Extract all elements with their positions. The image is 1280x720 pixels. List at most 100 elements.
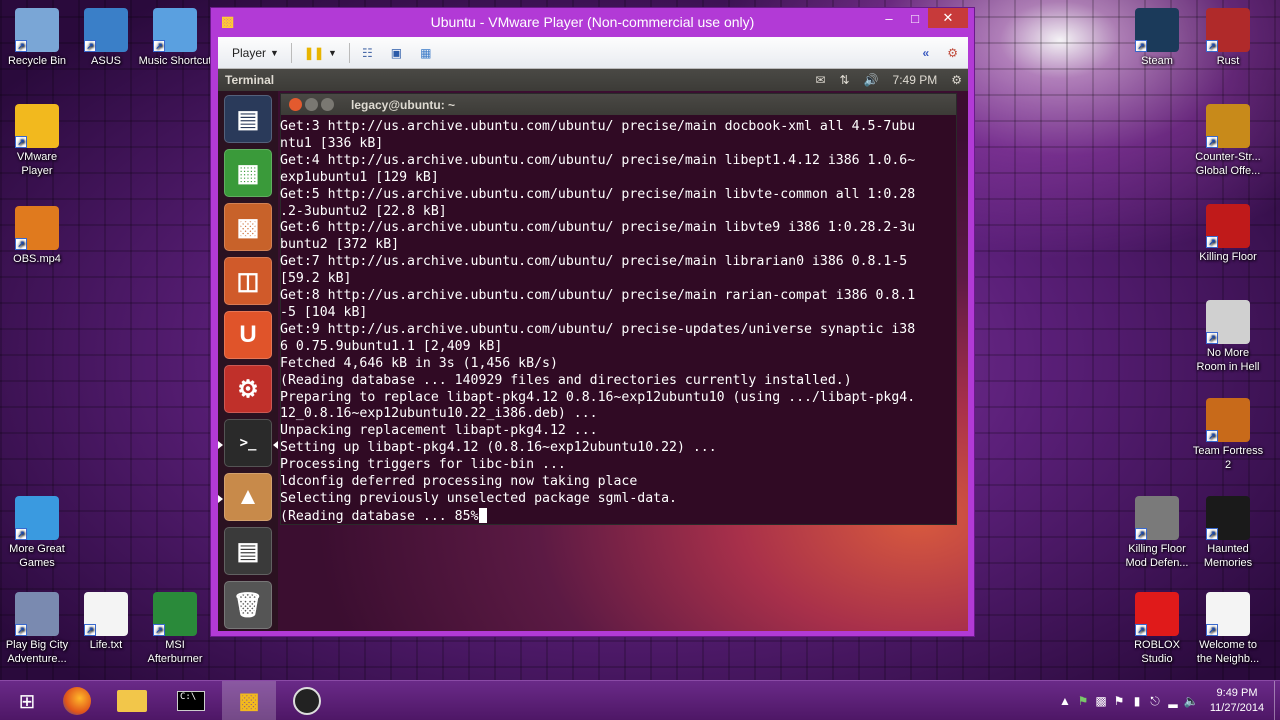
gear-icon[interactable]: ⚙ [951,73,962,87]
terminal-line: ntu1 [336 kB] [280,136,956,153]
launcher-settings-icon[interactable]: ⚙ [224,365,272,413]
terminal-minimize-button[interactable] [305,98,318,111]
taskbar-firefox[interactable] [50,681,104,720]
taskbar-file-explorer[interactable] [105,681,159,720]
desktop-icon[interactable]: ↗ Rust [1191,8,1265,68]
desktop-icon[interactable]: ↗ Counter-Str... Global Offe... [1191,104,1265,178]
terminal-line: buntu2 [372 kB] [280,237,956,254]
launcher-trash-icon[interactable]: 🗑 [224,581,272,629]
player-menu-button[interactable]: Player ▼ [226,42,285,64]
desktop-icon[interactable]: ↗ Music Shortcut [138,8,212,68]
taskbar-clock[interactable]: 9:49 PM 11/27/2014 [1200,686,1274,716]
vmware-titlebar[interactable]: ▩ Ubuntu - VMware Player (Non-commercial… [211,8,974,36]
desktop-icon[interactable]: ↗ Recycle Bin [0,8,74,68]
desktop-icon[interactable]: ↗ Play Big City Adventure... [0,592,74,666]
fullscreen-button[interactable]: ▣ [385,42,408,64]
mail-icon[interactable]: ✉ [815,73,825,87]
desktop-icon[interactable]: ↗ Welcome to the Neighb... [1191,592,1265,666]
taskbar-obs[interactable] [280,681,334,720]
desktop-icon[interactable]: ↗ More Great Games [0,496,74,570]
terminal-titlebar[interactable]: legacy@ubuntu: ~ [281,94,956,115]
launcher-workspace-switcher-icon[interactable]: ▤ [224,527,272,575]
shortcut-arrow-icon: ↗ [15,40,27,52]
desktop-icon-label: Counter-Str... Global Offe... [1195,151,1261,177]
minimize-button[interactable]: – [876,8,902,28]
terminal-line-text: Get:8 http://us.archive.ubuntu.com/ubunt… [280,288,916,304]
asus-icon: ↗ [84,8,128,52]
network-arrows-icon[interactable]: ⇅ [840,73,850,87]
show-desktop-button[interactable] [1274,681,1280,720]
desktop-icon[interactable]: ↗ Haunted Memories [1191,496,1265,570]
terminal-line: Preparing to replace libapt-pkg4.12 0.8.… [280,390,956,407]
taskbar-vmware-player[interactable]: ▩ [222,681,276,720]
removable-devices-button[interactable]: ⚙ [941,42,964,64]
shortcut-arrow-icon: ↗ [15,136,27,148]
volume-icon[interactable]: 🔊 [864,73,879,87]
security-icon[interactable]: ⚑ [1074,694,1092,708]
launcher-package-installer-icon[interactable]: ▲ [224,473,272,521]
shortcut-arrow-icon: ↗ [84,624,96,636]
launcher-software-center-icon[interactable]: ◫ [224,257,272,305]
desktop-icon[interactable]: ↗ ASUS [69,8,143,68]
firefox-icon [63,687,91,715]
text-file-icon: ↗ [84,592,128,636]
desktop-icon[interactable]: ↗ Killing Floor [1191,204,1265,264]
desktop-icon[interactable]: ↗ VMware Player [0,104,74,178]
video-file-icon: ↗ [15,206,59,250]
launcher-ubuntu-one-icon[interactable]: U [224,311,272,359]
shortcut-arrow-icon: ↗ [153,624,165,636]
recycle-bin-icon: ↗ [15,8,59,52]
start-button[interactable]: ⊞ [0,681,54,720]
panel-clock[interactable]: 7:49 PM [893,73,938,87]
desktop-icon-label: Steam [1141,55,1173,67]
collapse-toolbar-button[interactable]: « [917,42,936,64]
shortcut-arrow-icon: ↗ [1206,624,1218,636]
terminal-line: exp1ubuntu1 [129 kB] [280,170,956,187]
player-menu-label: Player [232,45,267,60]
kf-mod-icon: ↗ [1135,496,1179,540]
usb-icon[interactable]: ⎋ [1146,694,1164,709]
device-icon[interactable]: ▩ [1092,694,1110,708]
launcher-impress-icon[interactable]: ▩ [224,203,272,251]
unity-button[interactable]: ▦ [414,42,437,64]
desktop-icon[interactable]: ↗ Team Fortress 2 [1191,398,1265,472]
launcher-calc-icon[interactable]: ▦ [224,149,272,197]
desktop-icon[interactable]: ↗ OBS.mp4 [0,206,74,266]
vmware-window-title: Ubuntu - VMware Player (Non-commercial u… [430,14,755,30]
obs-icon [293,687,321,715]
terminal-window[interactable]: legacy@ubuntu: ~ Get:3 http://us.archive… [280,93,957,525]
send-ctrl-alt-del-button[interactable]: ☷ [356,42,379,64]
running-indicator [218,441,223,449]
terminal-maximize-button[interactable] [321,98,334,111]
maximize-button[interactable]: □ [902,8,928,28]
desktop-icon[interactable]: ↗ Steam [1120,8,1194,68]
desktop-icon-label: ASUS [91,55,121,67]
launcher-writer-document-icon[interactable]: ▤ [224,95,272,143]
desktop-icon[interactable]: ↗ MSI Afterburner [138,592,212,666]
guest-display[interactable]: Terminal ✉ ⇅ 🔊 7:49 PM ⚙ ▤ ▦ ▩ ◫ U ⚙ >_ … [218,69,968,631]
pause-button[interactable]: ❚❚ ▼ [298,42,343,64]
desktop-icon[interactable]: ↗ Life.txt [69,592,143,652]
speaker-icon[interactable]: 🔈 [1182,694,1200,708]
signal-icon[interactable]: ▂ [1164,694,1182,708]
terminal-close-button[interactable] [289,98,302,111]
nmrih-icon: ↗ [1206,300,1250,344]
launcher-terminal-icon[interactable]: >_ [224,419,272,467]
show-hidden-icons-icon[interactable]: ▲ [1056,694,1074,708]
desktop-icon[interactable]: ↗ ROBLOX Studio [1120,592,1194,666]
shortcut-arrow-icon: ↗ [1206,332,1218,344]
desktop-icon[interactable]: ↗ Killing Floor Mod Defen... [1120,496,1194,570]
terminal-output[interactable]: Get:3 http://us.archive.ubuntu.com/ubunt… [280,115,956,525]
terminal-line: [59.2 kB] [280,271,956,288]
shortcut-arrow-icon: ↗ [15,238,27,250]
terminal-line: (Reading database ... 85% [280,507,956,525]
power-icon[interactable]: ▮ [1128,694,1146,708]
desktop-icon-label: Recycle Bin [7,55,67,67]
close-button[interactable]: ✕ [928,8,968,28]
flag-icon[interactable]: ⚑ [1110,694,1128,708]
terminal-line: .2-3ubuntu2 [22.8 kB] [280,204,956,221]
taskbar-command-prompt[interactable]: C:\ [164,681,218,720]
terminal-line-text: Unpacking replacement libapt-pkg4.12 ... [280,423,598,439]
shortcut-arrow-icon: ↗ [1206,236,1218,248]
desktop-icon[interactable]: ↗ No More Room in Hell [1191,300,1265,374]
